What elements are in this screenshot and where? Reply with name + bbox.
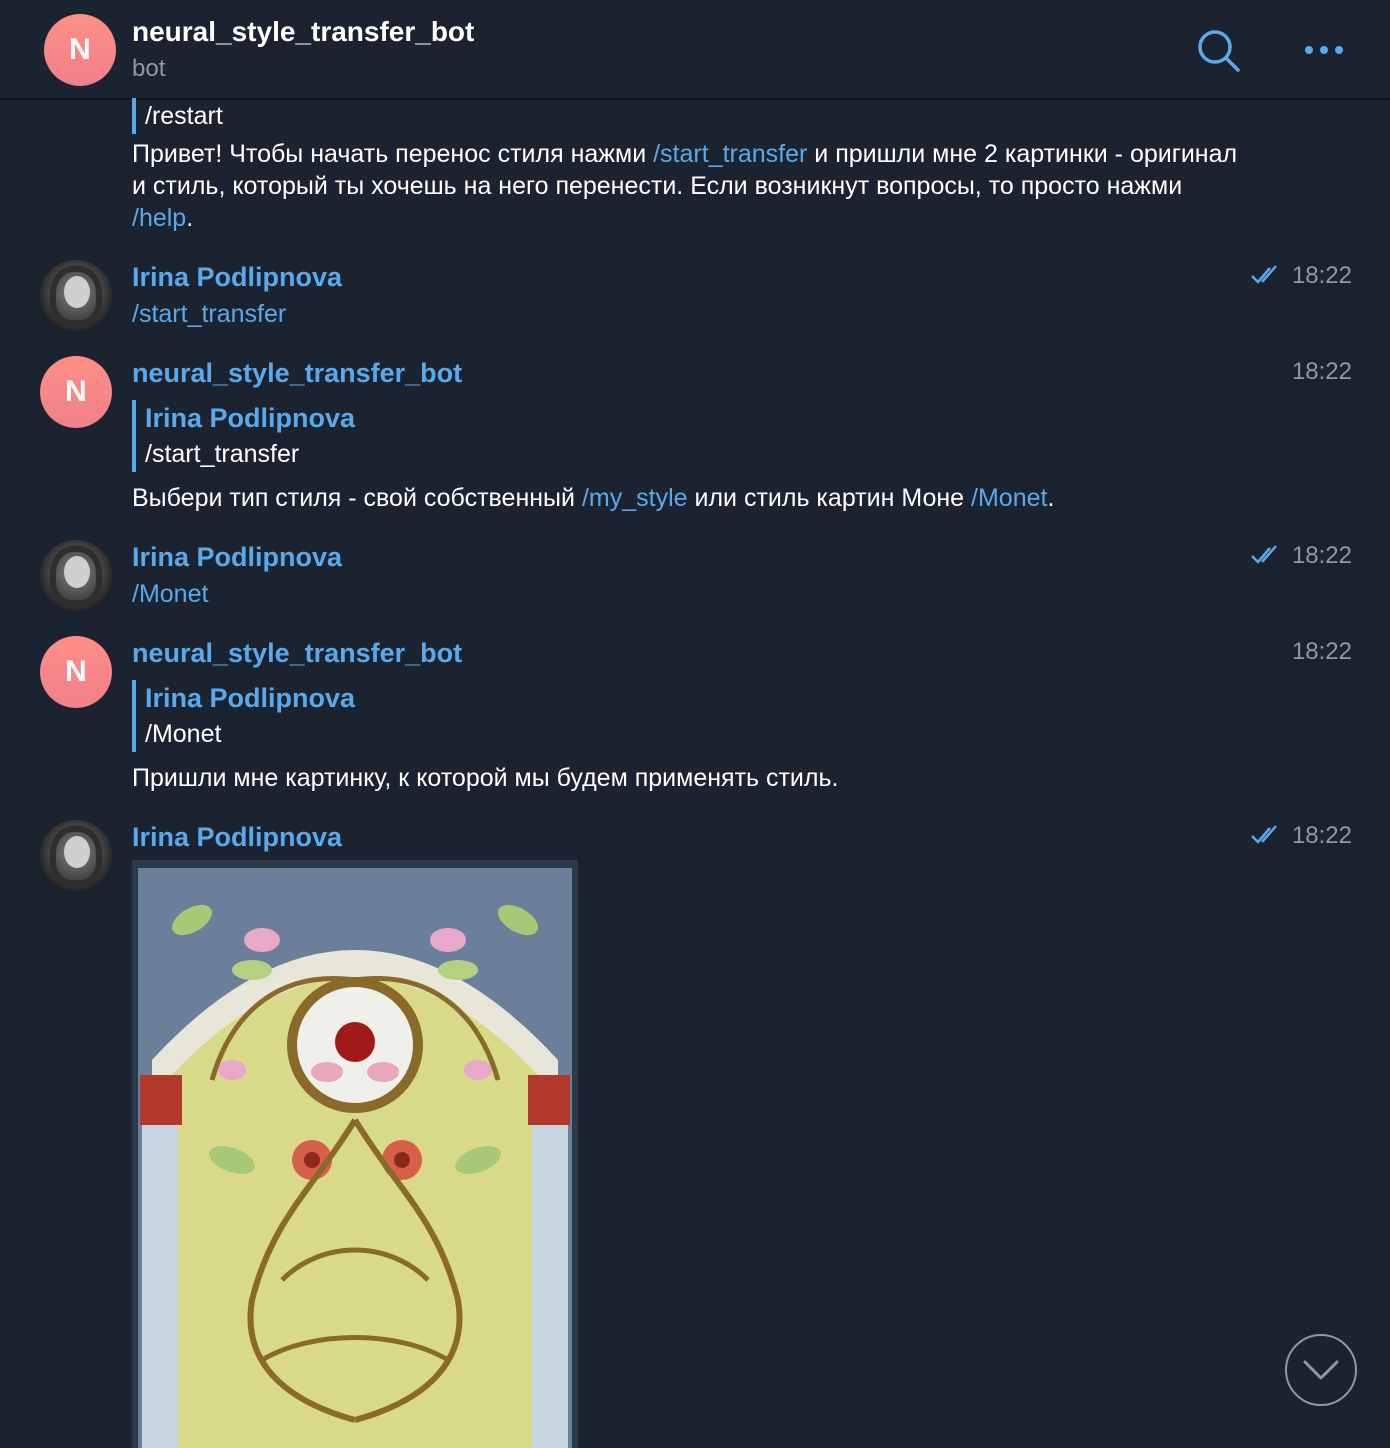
command-link-monet[interactable]: /Monet xyxy=(971,484,1047,512)
bot-avatar[interactable]: N xyxy=(40,636,112,708)
sender-name[interactable]: neural_style_transfer_bot xyxy=(132,358,462,389)
chat-header: N neural_style_transfer_bot bot xyxy=(0,0,1390,100)
message-time: 18:22 xyxy=(1291,542,1352,569)
command-link-start-transfer[interactable]: /start_transfer xyxy=(653,140,807,168)
bot-avatar[interactable]: N xyxy=(40,356,112,428)
chat-subtitle: bot xyxy=(132,55,166,82)
quote-text: /Monet xyxy=(145,720,222,748)
reply-quote[interactable]: /restart xyxy=(132,98,223,134)
message-text: Пришли мне картинку, к которой мы будем … xyxy=(132,764,839,792)
message-time: 18:22 xyxy=(1291,358,1352,385)
sender-name[interactable]: neural_style_transfer_bot xyxy=(132,638,462,669)
quote-sender: Irina Podlipnova xyxy=(145,683,356,713)
more-icon[interactable] xyxy=(1304,40,1344,65)
text-segment: или стиль картин Моне xyxy=(687,484,972,512)
quote-text: /start_transfer xyxy=(145,440,300,468)
user-avatar[interactable] xyxy=(40,820,112,892)
scroll-down-button[interactable] xyxy=(1285,1334,1357,1406)
sender-name[interactable]: Irina Podlipnova xyxy=(132,822,342,853)
message-time: 18:22 xyxy=(1291,262,1352,289)
double-check-icon xyxy=(1250,824,1282,851)
user-avatar[interactable] xyxy=(40,540,112,612)
search-icon[interactable] xyxy=(1196,28,1242,79)
message-text[interactable]: /start_transfer xyxy=(132,298,1242,330)
command-link-my-style[interactable]: /my_style xyxy=(582,484,688,512)
chat-title[interactable]: neural_style_transfer_bot xyxy=(132,16,474,48)
double-check-icon xyxy=(1250,544,1282,571)
sender-name[interactable]: Irina Podlipnova xyxy=(132,262,342,293)
text-segment: Привет! Чтобы начать перенос стиля нажми xyxy=(132,140,654,168)
reply-quote[interactable]: Irina Podlipnova /start_transfer xyxy=(132,400,355,472)
message-time: 18:22 xyxy=(1291,822,1352,849)
bot-avatar[interactable]: N xyxy=(44,14,116,86)
message-text[interactable]: /Monet xyxy=(132,578,1242,610)
stained-glass-photo[interactable] xyxy=(132,860,578,1448)
chevron-down-icon xyxy=(1303,1360,1339,1380)
reply-quote[interactable]: Irina Podlipnova /Monet xyxy=(132,680,355,752)
quote-sender: Irina Podlipnova xyxy=(145,403,356,433)
sender-name[interactable]: Irina Podlipnova xyxy=(132,542,342,573)
message-text: Выбери тип стиля - свой собственный /my_… xyxy=(132,482,1242,514)
double-check-icon xyxy=(1250,264,1282,291)
message-text: Привет! Чтобы начать перенос стиля нажми… xyxy=(132,138,1242,234)
text-segment: Выбери тип стиля - свой собственный xyxy=(132,484,582,512)
text-segment: . xyxy=(1047,484,1055,512)
message-time: 18:22 xyxy=(1291,638,1352,665)
command-link-help[interactable]: /help xyxy=(132,204,186,232)
user-avatar[interactable] xyxy=(40,260,112,332)
quote-text: /restart xyxy=(145,102,223,130)
text-segment: . xyxy=(186,204,194,232)
